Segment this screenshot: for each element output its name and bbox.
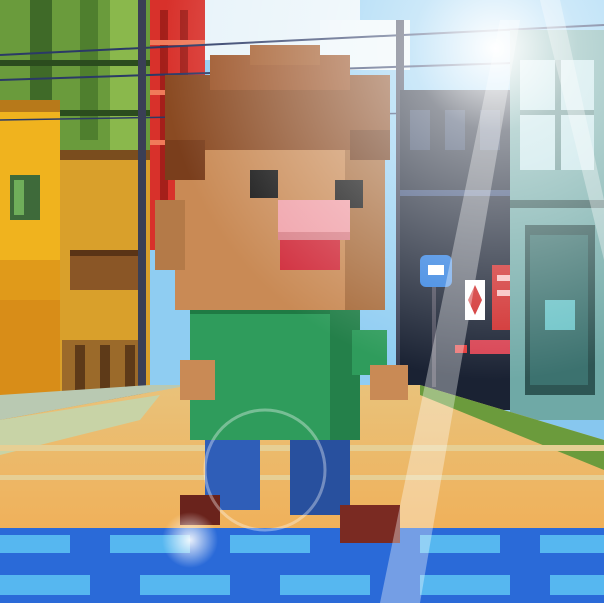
street-scene-canvas: [0, 0, 604, 603]
lens-flare: [162, 512, 218, 568]
game-scene: [0, 0, 604, 603]
sunlight-overlay: [0, 0, 604, 603]
